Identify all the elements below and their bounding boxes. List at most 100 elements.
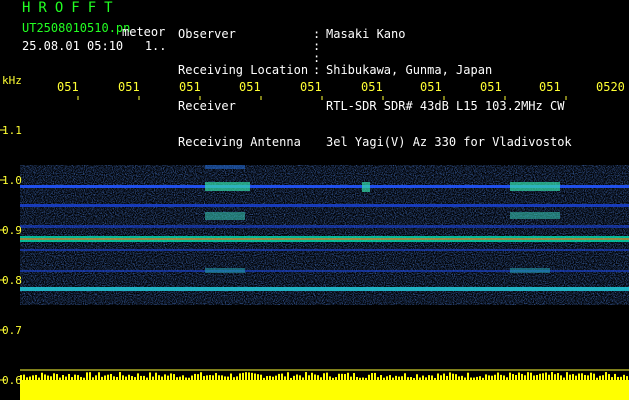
- audio-spike: [137, 373, 139, 380]
- audio-spike: [83, 377, 85, 380]
- time-tick-label: 051: [480, 80, 502, 94]
- audio-spike: [530, 372, 532, 380]
- audio-spike: [542, 373, 544, 380]
- echo-5: [510, 182, 560, 191]
- audio-spike: [248, 372, 250, 380]
- receiver-value: RTL-SDR SDR# 43dB L15 103.2MHz CW: [326, 99, 565, 113]
- audio-spike: [236, 376, 238, 380]
- audio-spike: [95, 375, 97, 380]
- location-value: Shibukawa, Gunma, Japan: [326, 63, 493, 77]
- time-tick-label: 051: [539, 80, 561, 94]
- audio-spike: [260, 374, 262, 380]
- audio-spike: [539, 373, 541, 380]
- echo-6: [510, 212, 560, 219]
- audio-spike: [332, 377, 334, 380]
- audio-spike: [497, 372, 499, 380]
- audio-spike: [179, 376, 181, 380]
- audio-spike: [377, 377, 379, 380]
- audio-spike: [320, 377, 322, 380]
- audio-spike: [446, 375, 448, 380]
- time-tick-label: 051: [239, 80, 261, 94]
- audio-spike: [491, 375, 493, 380]
- audio-spike: [101, 376, 103, 380]
- audio-spike: [356, 376, 358, 380]
- audio-spike: [575, 375, 577, 380]
- audio-spike: [581, 373, 583, 380]
- audio-spike: [89, 372, 91, 380]
- audio-spike: [329, 376, 331, 380]
- audio-spike: [44, 374, 46, 380]
- audio-spike: [191, 375, 193, 380]
- audio-spike: [434, 377, 436, 380]
- audio-spike: [506, 377, 508, 380]
- audio-spike: [149, 372, 151, 380]
- audio-spike: [305, 372, 307, 380]
- audio-spike: [365, 377, 367, 380]
- audio-spike: [158, 375, 160, 380]
- audio-spike: [299, 375, 301, 380]
- audio-spike: [218, 375, 220, 380]
- audio-spike: [512, 374, 514, 380]
- audio-spike: [311, 372, 313, 380]
- audio-spike: [77, 375, 79, 380]
- audio-spike: [128, 374, 130, 380]
- audio-spike: [155, 372, 157, 380]
- audio-spike: [611, 377, 613, 380]
- file-name: UT2508010510.pn: [22, 21, 131, 35]
- audio-spike: [572, 374, 574, 380]
- audio-spike: [110, 373, 112, 380]
- audio-spike: [593, 373, 595, 380]
- time-tick-label: 051: [361, 80, 383, 94]
- audio-spike: [569, 374, 571, 380]
- audio-spike: [407, 377, 409, 380]
- audio-spike: [482, 377, 484, 380]
- date-time: 25.08.01 05:10 1..: [22, 39, 167, 53]
- audio-spike: [296, 374, 298, 380]
- freq-tick-label: 0.9: [2, 224, 22, 237]
- audio-spike: [203, 376, 205, 380]
- audio-spike: [620, 376, 622, 380]
- freq-unit-label: kHz: [2, 74, 22, 87]
- audio-spike: [278, 373, 280, 380]
- audio-spike: [227, 376, 229, 380]
- band-910: [20, 225, 629, 228]
- audio-spike: [344, 374, 346, 380]
- audio-spike: [125, 376, 127, 380]
- band-860: [20, 249, 629, 251]
- audio-spike: [380, 375, 382, 380]
- audio-spike: [188, 377, 190, 380]
- audio-spike: [596, 377, 598, 380]
- audio-spike: [371, 373, 373, 380]
- audio-spike: [194, 373, 196, 380]
- audio-spike: [185, 377, 187, 380]
- time-tick-label: 051: [300, 80, 322, 94]
- audio-spike: [527, 372, 529, 380]
- audio-spike: [359, 377, 361, 380]
- audio-spike: [338, 373, 340, 380]
- echo-7: [510, 268, 550, 273]
- receiver-label: Receiver: [178, 99, 236, 113]
- band-950: [20, 204, 629, 207]
- audio-spike: [605, 372, 607, 380]
- freq-tick-label: 1.1: [2, 124, 22, 137]
- audio-spike: [452, 373, 454, 380]
- observer-value: Masaki Kano: [326, 27, 406, 41]
- audio-spike: [419, 377, 421, 380]
- audio-spike: [107, 374, 109, 380]
- time-tick-label: 0520: [596, 80, 625, 94]
- audio-spike: [272, 376, 274, 380]
- audio-spike: [467, 372, 469, 380]
- audio-spike: [398, 376, 400, 380]
- audio-spike: [494, 374, 496, 380]
- audio-spike: [152, 376, 154, 380]
- audio-spike: [161, 376, 163, 380]
- app-title: HROFFT: [22, 0, 121, 16]
- audio-spike: [509, 372, 511, 380]
- audio-spike: [461, 375, 463, 380]
- audio-spike: [476, 376, 478, 380]
- audio-spike: [167, 375, 169, 380]
- audio-spike: [314, 374, 316, 380]
- audio-spike: [176, 377, 178, 380]
- audio-spike: [428, 375, 430, 380]
- band-790: [20, 287, 629, 291]
